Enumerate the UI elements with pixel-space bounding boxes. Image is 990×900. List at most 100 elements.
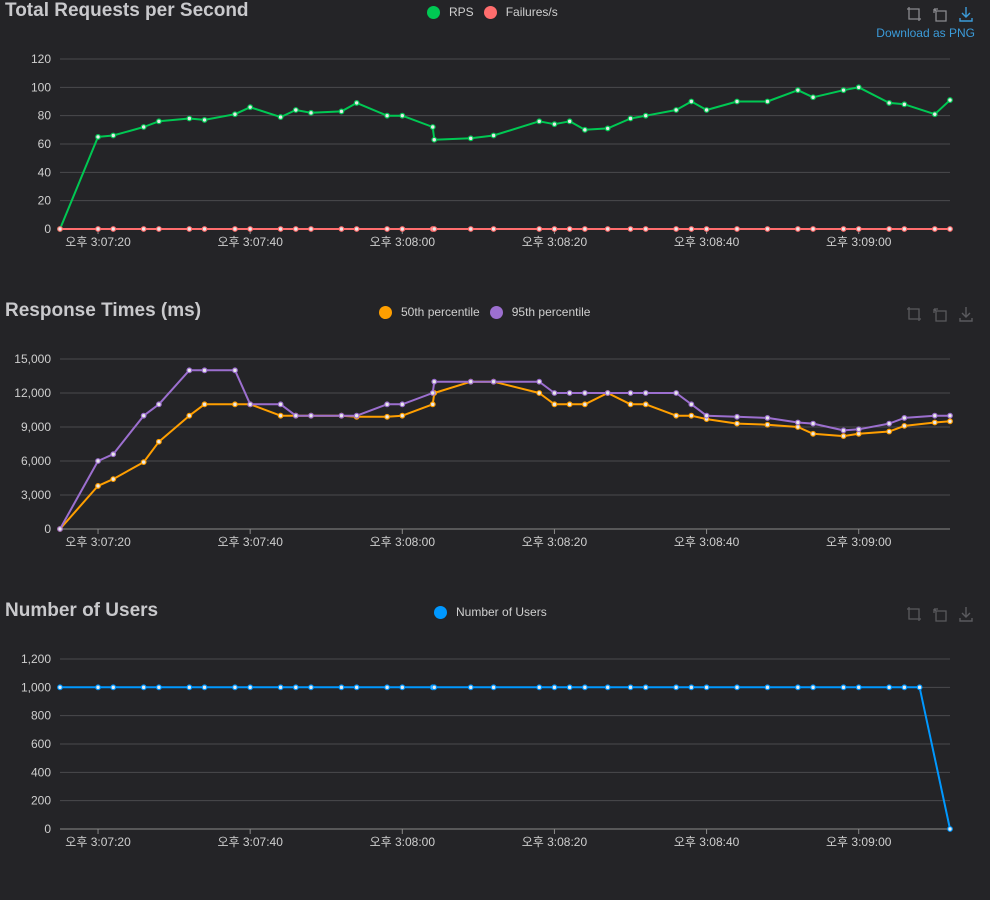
data-point[interactable] — [247, 401, 254, 408]
data-point[interactable] — [703, 412, 710, 419]
data-point[interactable] — [308, 109, 314, 116]
data-point[interactable] — [604, 684, 611, 691]
data-point[interactable] — [399, 684, 406, 691]
data-point[interactable] — [581, 401, 588, 408]
data-point[interactable] — [840, 226, 847, 232]
data-point[interactable] — [734, 413, 740, 420]
data-point[interactable] — [277, 684, 284, 691]
data-point[interactable] — [604, 226, 611, 232]
data-point[interactable] — [627, 401, 634, 408]
data-point[interactable] — [95, 134, 101, 140]
data-point[interactable] — [855, 84, 862, 91]
data-point[interactable] — [201, 117, 208, 123]
data-point[interactable] — [277, 114, 284, 120]
data-point[interactable] — [581, 684, 588, 691]
data-point[interactable] — [384, 112, 390, 119]
data-point[interactable] — [931, 226, 938, 232]
data-point[interactable] — [429, 401, 436, 408]
data-point[interactable] — [292, 226, 299, 232]
data-point[interactable] — [57, 684, 63, 691]
data-point[interactable] — [232, 111, 238, 118]
data-point[interactable] — [581, 390, 588, 396]
data-point[interactable] — [855, 684, 862, 691]
data-point[interactable] — [467, 135, 474, 142]
data-point[interactable] — [764, 421, 771, 428]
data-point[interactable] — [277, 401, 284, 408]
data-point[interactable] — [688, 412, 695, 419]
data-point[interactable] — [673, 390, 680, 396]
data-point[interactable] — [688, 401, 695, 408]
data-point[interactable] — [947, 418, 953, 425]
data-point[interactable] — [186, 412, 193, 419]
data-point[interactable] — [353, 100, 360, 106]
data-point[interactable] — [110, 451, 117, 458]
data-point[interactable] — [794, 419, 801, 426]
data-point[interactable] — [604, 390, 611, 396]
data-point[interactable] — [810, 94, 816, 101]
data-point[interactable] — [490, 226, 497, 232]
data-point[interactable] — [734, 684, 740, 691]
data-point[interactable] — [338, 226, 345, 232]
data-point[interactable] — [840, 87, 847, 94]
data-point[interactable] — [95, 226, 101, 232]
data-point[interactable] — [353, 412, 360, 419]
data-point[interactable] — [308, 412, 314, 419]
data-point[interactable] — [810, 226, 816, 232]
data-point[interactable] — [490, 378, 497, 385]
data-point[interactable] — [201, 684, 208, 691]
data-point[interactable] — [901, 101, 908, 108]
data-point[interactable] — [703, 107, 710, 113]
data-point[interactable] — [673, 226, 680, 232]
data-point[interactable] — [688, 684, 695, 691]
data-point[interactable] — [642, 401, 649, 408]
data-point[interactable] — [110, 226, 117, 232]
data-point[interactable] — [794, 226, 801, 232]
data-point[interactable] — [627, 684, 634, 691]
data-point[interactable] — [642, 390, 649, 396]
data-point[interactable] — [810, 420, 816, 427]
data-point[interactable] — [232, 401, 238, 408]
data-point[interactable] — [140, 226, 147, 232]
data-point[interactable] — [140, 412, 147, 419]
data-point[interactable] — [338, 108, 345, 115]
data-point[interactable] — [536, 378, 543, 385]
data-point[interactable] — [794, 87, 801, 94]
data-point[interactable] — [673, 107, 680, 113]
data-point[interactable] — [431, 684, 438, 691]
data-point[interactable] — [901, 684, 908, 691]
data-point[interactable] — [566, 226, 573, 232]
data-point[interactable] — [840, 684, 847, 691]
data-point[interactable] — [247, 684, 254, 691]
data-point[interactable] — [490, 132, 497, 139]
data-point[interactable] — [186, 684, 193, 691]
data-point[interactable] — [886, 226, 893, 232]
data-point[interactable] — [431, 378, 438, 385]
data-point[interactable] — [110, 684, 117, 691]
data-point[interactable] — [794, 684, 801, 691]
data-point[interactable] — [155, 118, 162, 125]
data-point[interactable] — [232, 367, 238, 374]
data-point[interactable] — [855, 226, 862, 232]
data-point[interactable] — [642, 226, 649, 232]
data-point[interactable] — [627, 226, 634, 232]
data-point[interactable] — [399, 226, 406, 232]
data-point[interactable] — [810, 430, 816, 437]
data-point[interactable] — [901, 415, 908, 421]
data-point[interactable] — [399, 412, 406, 419]
data-point[interactable] — [155, 438, 162, 445]
data-point[interactable] — [566, 401, 573, 408]
data-point[interactable] — [703, 226, 710, 232]
data-point[interactable] — [581, 126, 588, 133]
data-point[interactable] — [794, 424, 801, 430]
data-point[interactable] — [536, 390, 543, 396]
data-point[interactable] — [688, 98, 695, 105]
data-point[interactable] — [810, 684, 816, 691]
data-point[interactable] — [95, 684, 101, 691]
data-point[interactable] — [429, 124, 436, 130]
data-point[interactable] — [536, 118, 543, 125]
data-point[interactable] — [384, 401, 390, 408]
data-point[interactable] — [308, 226, 314, 232]
data-point[interactable] — [155, 684, 162, 691]
data-point[interactable] — [292, 412, 299, 419]
data-point[interactable] — [764, 415, 771, 421]
